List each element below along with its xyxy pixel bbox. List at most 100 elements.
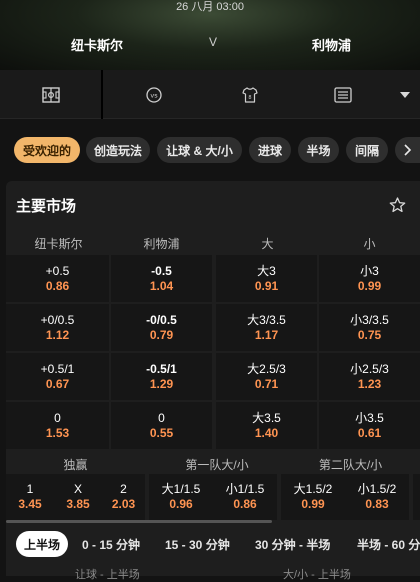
tab-head-to-head[interactable]: vs [103, 70, 205, 119]
line: 大2.5/3 [247, 361, 286, 376]
odds: 1.40 [254, 425, 279, 440]
svg-text:vs: vs [150, 91, 158, 99]
odds-cell-home-4[interactable]: 0 1.53 [6, 402, 109, 449]
chip-bet-builder[interactable]: 创造玩法 [86, 137, 150, 163]
header-over: 大 [261, 236, 274, 251]
odds: 0.91 [254, 278, 279, 293]
odds-option-team1-over[interactable]: 大1/1.5 0.96 [149, 474, 213, 520]
period-tabs: 上半场 0 - 15 分钟 15 - 30 分钟 30 分钟 - 半场 半场 -… [0, 531, 420, 557]
odds: 1.53 [45, 425, 70, 440]
line: 小3/3.5 [350, 312, 389, 327]
odds-cell-home-3[interactable]: +0.5/1 0.67 [6, 353, 109, 400]
odds-cell-over-2[interactable]: 大3/3.5 1.17 [216, 304, 317, 351]
section-label-over-under-first-half: 大/小 - 上半场 [283, 569, 351, 581]
chip-half-time[interactable]: 半场 [298, 137, 339, 163]
tab-30-min-half[interactable]: 30 分钟 - 半场 [255, 531, 330, 557]
odds: 0.86 [233, 497, 257, 511]
odds: 1.12 [45, 327, 70, 342]
chevron-right-icon [403, 144, 411, 156]
odds-cell-away-3[interactable]: -0.5/1 1.29 [111, 353, 212, 400]
line: 大3/3.5 [247, 312, 286, 327]
next-market-peek [413, 474, 420, 520]
line: 0 [54, 410, 61, 425]
tab-scoreboard[interactable] [295, 70, 390, 119]
market-title-team2-total: 第二队大/小 [318, 457, 383, 472]
label: 1 [26, 482, 34, 496]
market-team1-total: 大1/1.5 0.96 小1/1.5 0.86 [149, 474, 277, 520]
odds-option-draw[interactable]: X 3.85 [54, 474, 102, 520]
line: 大3.5 [252, 410, 281, 425]
tab-0-15-min[interactable]: 0 - 15 分钟 [82, 531, 140, 557]
odds-cell-away-1[interactable]: -0.5 1.04 [111, 255, 212, 302]
line: 大3 [257, 263, 276, 278]
chip-interval[interactable]: 间隔 [346, 137, 388, 163]
panel-title: 主要市场 [16, 198, 77, 215]
odds: 3.85 [66, 497, 90, 511]
odds-option-team2-under[interactable]: 小1.5/2 0.83 [345, 474, 409, 520]
chip-goals[interactable]: 进球 [249, 137, 291, 163]
odds-cell-under-1[interactable]: 小3 0.99 [319, 255, 420, 302]
odds: 3.45 [18, 497, 42, 511]
line: 小3 [360, 263, 379, 278]
tab-half-60-min[interactable]: 半场 - 60 分 [357, 531, 420, 557]
tab-first-half[interactable]: 上半场 [16, 531, 69, 557]
line: -0/0.5 [146, 312, 177, 327]
odds-cell-under-3[interactable]: 小2.5/3 1.23 [319, 353, 420, 400]
odds-option-away-win[interactable]: 2 2.03 [102, 474, 145, 520]
favorite-button[interactable] [389, 197, 406, 218]
odds: 0.83 [365, 497, 389, 511]
star-icon [389, 197, 406, 213]
odds-cell-over-3[interactable]: 大2.5/3 0.71 [216, 353, 317, 400]
line: 0 [158, 410, 165, 425]
odds: 0.99 [357, 278, 382, 293]
odds-cell-home-2[interactable]: +0/0.5 1.12 [6, 304, 109, 351]
odds: 0.75 [357, 327, 382, 342]
market-title-team1-total: 第一队大/小 [185, 457, 249, 472]
scoreboard-icon [333, 86, 352, 103]
line: 小2.5/3 [350, 361, 389, 376]
odds: 0.79 [149, 327, 174, 342]
pitch-icon [41, 86, 60, 103]
odds-option-team1-under[interactable]: 小1/1.5 0.86 [213, 474, 277, 520]
label: 小1/1.5 [225, 482, 265, 496]
tab-lineups[interactable]: 8 [205, 70, 295, 119]
svg-text:8: 8 [248, 95, 251, 101]
tab-15-30-min[interactable]: 15 - 30 分钟 [165, 531, 230, 557]
section-label-handicap-first-half: 让球 - 上半场 [75, 569, 140, 581]
odds: 1.29 [149, 376, 174, 391]
horizontal-scrollbar[interactable] [6, 520, 272, 523]
tab-more-dropdown[interactable] [390, 70, 420, 119]
chip-popular[interactable]: 受欢迎的 [14, 137, 80, 163]
header-under: 小 [363, 236, 376, 251]
odds-cell-away-4[interactable]: 0 0.55 [111, 402, 212, 449]
odds-option-home-win[interactable]: 1 3.45 [6, 474, 54, 520]
line: -0.5 [151, 263, 172, 278]
label: 大1/1.5 [161, 482, 201, 496]
tab-pitch[interactable] [0, 70, 101, 119]
line: +0.5/1 [40, 361, 75, 376]
away-team-name: 利物浦 [312, 38, 352, 53]
odds: 0.61 [357, 425, 382, 440]
line: -0.5/1 [146, 361, 177, 376]
chip-handicap-over-under[interactable]: 让球 & 大/小 [157, 137, 242, 163]
label: 2 [120, 482, 127, 496]
odds-cell-over-1[interactable]: 大3 0.91 [216, 255, 317, 302]
chip-scroll-right[interactable] [395, 137, 420, 163]
odds: 0.71 [254, 376, 279, 391]
odds: 0.86 [45, 278, 70, 293]
odds-cell-under-2[interactable]: 小3/3.5 0.75 [319, 304, 420, 351]
market-filter-chips: 受欢迎的 创造玩法 让球 & 大/小 进球 半场 间隔 [0, 137, 420, 165]
odds-cell-home-1[interactable]: +0.5 0.86 [6, 255, 109, 302]
odds-cell-under-4[interactable]: 小3.5 0.61 [319, 402, 420, 449]
line: 小3.5 [355, 410, 384, 425]
odds-cell-away-2[interactable]: -0/0.5 0.79 [111, 304, 212, 351]
versus-icon: vs [146, 86, 162, 103]
odds-cell-over-4[interactable]: 大3.5 1.40 [216, 402, 317, 449]
odds: 0.96 [169, 497, 193, 511]
match-date: 26 八月 03:00 [176, 1, 244, 13]
line: +0/0.5 [40, 312, 75, 327]
main-markets-panel: 主要市场 纽卡斯尔 利物浦 大 小 +0.5 0.86 -0.5 1.04 大3 0.… [6, 181, 420, 576]
odds: 0.67 [45, 376, 70, 391]
odds-option-team2-over[interactable]: 大1.5/2 0.99 [281, 474, 345, 520]
odds: 0.55 [149, 425, 174, 440]
